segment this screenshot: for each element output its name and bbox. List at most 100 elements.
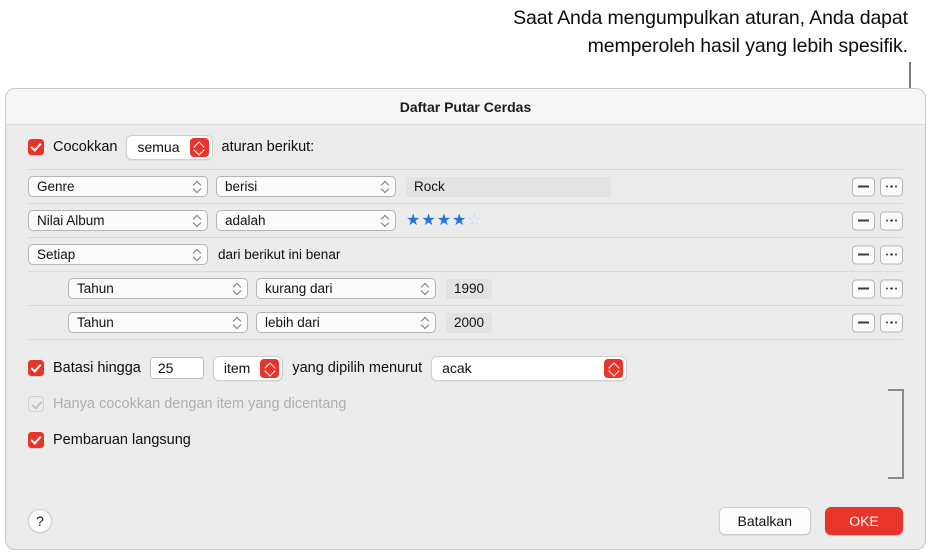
rule-operator-value: adalah [225, 213, 266, 228]
smart-playlist-dialog: Daftar Putar Cerdas Cocokkan semua atura… [5, 88, 926, 550]
match-type-value: semua [137, 139, 180, 155]
rule-row-buttons [852, 211, 903, 230]
rule-operator-value: kurang dari [265, 281, 333, 296]
chevron-updown-icon [260, 358, 280, 378]
ellipsis-icon [886, 219, 897, 222]
limit-mid-label: yang dipilih menurut [292, 360, 423, 376]
limit-checkbox[interactable] [28, 360, 44, 376]
limit-sort-popup[interactable]: acak [431, 355, 628, 381]
live-update-checkbox[interactable] [28, 432, 44, 448]
limit-sort-value: acak [442, 360, 472, 376]
dialog-title: Daftar Putar Cerdas [399, 98, 532, 115]
rule-row-buttons [852, 245, 903, 264]
chevron-updown-icon [233, 282, 242, 296]
rule-operator-value: lebih dari [265, 315, 320, 330]
minus-icon [858, 321, 869, 324]
callout-line-1: Saat Anda mengumpulkan aturan, Anda dapa… [513, 7, 908, 29]
rule-criteria-popup[interactable]: Genre [28, 176, 208, 197]
match-label: Cocokkan [53, 139, 118, 155]
dialog-body: Cocokkan semua aturan berikut: Genre ber… [6, 125, 925, 493]
rule-criteria-value: Tahun [77, 281, 114, 296]
limit-label: Batasi hingga [53, 360, 141, 376]
rule-criteria-popup[interactable]: Nilai Album [28, 210, 208, 231]
callout-line-2: memperoleh hasil yang lebih spesifik. [587, 35, 908, 57]
rule-value-input[interactable]: 1990 [446, 278, 493, 299]
live-update-label: Pembaruan langsung [53, 432, 191, 448]
remove-rule-button[interactable] [852, 177, 875, 196]
chevron-updown-icon [381, 180, 390, 194]
star-filled-icon[interactable]: ★ [452, 212, 466, 229]
rule-row: Genre berisi Rock [28, 170, 903, 204]
rule-row-buttons [852, 313, 903, 332]
match-checkbox[interactable] [28, 139, 44, 155]
star-empty-icon[interactable]: ☆ [467, 212, 481, 229]
rule-row-buttons [852, 279, 903, 298]
rule-operator-popup[interactable]: adalah [216, 210, 396, 231]
rule-operator-popup[interactable]: kurang dari [256, 278, 436, 299]
rule-operator-value: berisi [225, 179, 258, 194]
limit-row: Batasi hingga 25 item yang dipilih menur… [6, 350, 925, 386]
rule-options-button[interactable] [880, 177, 903, 196]
limit-amount-input[interactable]: 25 [149, 357, 204, 379]
rule-row-nested: Tahun lebih dari 2000 [28, 306, 903, 340]
ellipsis-icon [886, 185, 897, 188]
rule-criteria-popup[interactable]: Setiap [28, 244, 208, 265]
star-filled-icon[interactable]: ★ [421, 212, 435, 229]
rule-criteria-value: Tahun [77, 315, 114, 330]
rule-criteria-value: Genre [37, 179, 75, 194]
remove-rule-button[interactable] [852, 211, 875, 230]
rule-options-button[interactable] [880, 245, 903, 264]
rule-options-button[interactable] [880, 211, 903, 230]
limit-unit-popup[interactable]: item [212, 355, 284, 381]
rule-operator-popup[interactable]: lebih dari [256, 312, 436, 333]
live-update-row: Pembaruan langsung [6, 422, 925, 458]
help-button[interactable]: ? [28, 509, 52, 533]
rule-criteria-popup[interactable]: Tahun [68, 278, 248, 299]
ok-button[interactable]: OKE [825, 507, 903, 535]
rule-row-group-header: Setiap dari berikut ini benar [28, 238, 903, 272]
chevron-updown-icon [604, 358, 624, 378]
ellipsis-icon [886, 321, 897, 324]
ellipsis-icon [886, 253, 897, 256]
chevron-updown-icon [381, 214, 390, 228]
minus-icon [858, 185, 869, 188]
match-suffix-label: aturan berikut: [221, 139, 315, 155]
rule-row-buttons [852, 177, 903, 196]
limit-unit-value: item [223, 360, 251, 376]
match-checked-only-row: Hanya cocokkan dengan item yang dicentan… [6, 386, 925, 422]
match-row: Cocokkan semua aturan berikut: [6, 125, 925, 169]
chevron-updown-icon [193, 180, 202, 194]
match-type-popup[interactable]: semua [126, 134, 213, 160]
rule-operator-popup[interactable]: berisi [216, 176, 396, 197]
chevron-updown-icon [189, 137, 209, 157]
rules-list: Genre berisi Rock Nilai Album adalah ★ ★… [28, 169, 903, 340]
star-filled-icon[interactable]: ★ [437, 212, 451, 229]
star-filled-icon[interactable]: ★ [406, 212, 420, 229]
rule-row: Nilai Album adalah ★ ★ ★ ★ ☆ [28, 204, 903, 238]
rule-value-input[interactable]: Rock [406, 176, 611, 197]
rule-options-button[interactable] [880, 313, 903, 332]
chevron-updown-icon [233, 316, 242, 330]
rule-group-label: dari berikut ini benar [218, 247, 341, 262]
rule-star-rating[interactable]: ★ ★ ★ ★ ☆ [406, 212, 482, 229]
minus-icon [858, 253, 869, 256]
dialog-titlebar: Daftar Putar Cerdas [6, 89, 925, 125]
rule-criteria-value: Nilai Album [37, 213, 105, 228]
match-checked-only-label: Hanya cocokkan dengan item yang dicentan… [53, 396, 347, 412]
remove-rule-button[interactable] [852, 313, 875, 332]
chevron-updown-icon [193, 248, 202, 262]
cancel-button[interactable]: Batalkan [718, 507, 811, 535]
rule-group-bracket [888, 389, 904, 479]
callout-caption: Saat Anda mengumpulkan aturan, Anda dapa… [280, 4, 908, 60]
rule-options-button[interactable] [880, 279, 903, 298]
minus-icon [858, 219, 869, 222]
remove-rule-button[interactable] [852, 245, 875, 264]
chevron-updown-icon [421, 282, 430, 296]
rule-value-input[interactable]: 2000 [446, 312, 493, 333]
dialog-footer: ? Batalkan OKE [6, 493, 925, 549]
minus-icon [858, 287, 869, 290]
rule-criteria-popup[interactable]: Tahun [68, 312, 248, 333]
chevron-updown-icon [193, 214, 202, 228]
remove-rule-button[interactable] [852, 279, 875, 298]
match-checked-only-checkbox [28, 396, 44, 412]
